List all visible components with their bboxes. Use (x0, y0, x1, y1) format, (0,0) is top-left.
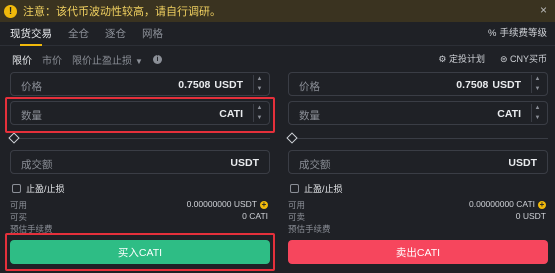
sell-available-row: 可用 0.00000000 CATI + (288, 199, 546, 210)
dca-link[interactable]: ⚙ 定投计划 (438, 48, 485, 70)
sell-tpsl-checkbox[interactable]: 止盈/止损 (290, 182, 343, 194)
buy-tpsl-checkbox[interactable]: 止盈/止损 (12, 182, 65, 194)
checkbox-icon[interactable] (290, 183, 299, 193)
trade-mode-tabs: 现货交易 全仓 逐仓 网格 % 手续费等级 (0, 22, 555, 46)
chevron-down-icon: ▼ (135, 56, 143, 66)
stepper-down-icon[interactable]: ▼ (535, 86, 541, 92)
buy-amount-slider[interactable] (8, 132, 270, 144)
order-type-limit[interactable]: 限价 (12, 52, 32, 67)
buy-max-value: 0 CATI (242, 211, 268, 221)
sell-max-value: 0 USDT (515, 211, 546, 221)
buy-price-field[interactable]: 价格 0.7508 USDT ▲ ▼ (10, 72, 270, 96)
checkbox-icon[interactable] (12, 183, 21, 193)
risk-warning-banner: ! 注意：该代币波动性较高，请自行调研。 × (0, 0, 555, 22)
sell-amount-slider[interactable] (286, 132, 548, 144)
buy-max-row: 可买 0 CATI (10, 211, 268, 222)
buy-total-unit: USDT (230, 157, 259, 169)
sell-amount-unit: CATI (497, 108, 521, 120)
price-stepper[interactable]: ▲ ▼ (531, 75, 543, 93)
tab-isolated[interactable]: 逐仓 (105, 22, 126, 46)
buy-price-unit: USDT (214, 79, 243, 91)
sell-panel: 价格 0.7508 USDT ▲ ▼ 数量 CATI ▲ ▼ 成交额 USDT 止盈/… (286, 70, 553, 273)
tab-spot[interactable]: 现货交易 (10, 22, 52, 46)
buy-available-row: 可用 0.00000000 USDT + (10, 199, 268, 210)
coin-icon: ⊜ (499, 54, 510, 64)
dca-icon: ⚙ (438, 54, 449, 64)
amount-field-highlight (5, 97, 275, 133)
order-type-tabs: 限价 市价 限价止盈止损 ▼ i ⚙ 定投计划 ⊜ CNY买币 (0, 48, 555, 70)
sell-total-field[interactable]: 成交额 USDT (288, 150, 548, 174)
sell-price-field[interactable]: 价格 0.7508 USDT ▲ ▼ (288, 72, 548, 96)
amount-stepper[interactable]: ▲ ▼ (531, 104, 543, 122)
buy-price-value: 0.7508 (178, 79, 211, 91)
sell-available-value: 0.00000000 CATI (469, 199, 535, 209)
slider-handle[interactable] (8, 132, 20, 144)
percent-icon: % (488, 28, 497, 39)
order-type-market[interactable]: 市价 (42, 52, 62, 67)
buy-available-value: 0.00000000 USDT (186, 199, 257, 209)
stepper-up-icon[interactable]: ▲ (535, 76, 541, 82)
warning-icon: ! (4, 4, 17, 18)
close-icon[interactable]: × (540, 3, 547, 17)
fee-tier-link[interactable]: % 手续费等级 (488, 22, 547, 46)
stepper-down-icon[interactable]: ▼ (535, 115, 541, 121)
add-funds-icon[interactable]: + (260, 201, 268, 209)
stepper-up-icon[interactable]: ▲ (535, 105, 541, 111)
buy-cny-link[interactable]: ⊜ CNY买币 (500, 48, 547, 70)
stepper-down-icon[interactable]: ▼ (257, 86, 263, 92)
buy-button-highlight (5, 233, 275, 271)
price-stepper[interactable]: ▲ ▼ (253, 75, 265, 93)
sell-price-unit: USDT (492, 79, 521, 91)
buy-total-field[interactable]: 成交额 USDT (10, 150, 270, 174)
stepper-up-icon[interactable]: ▲ (257, 76, 263, 82)
order-type-stop-limit[interactable]: 限价止盈止损 ▼ (72, 52, 143, 67)
tab-grid[interactable]: 网格 (142, 22, 163, 46)
add-funds-icon[interactable]: + (538, 201, 546, 209)
sell-max-row: 可卖 0 USDT (288, 211, 546, 222)
sell-button[interactable]: 卖出CATI (288, 240, 548, 264)
info-icon[interactable]: i (152, 54, 162, 64)
sell-price-value: 0.7508 (456, 79, 489, 91)
warning-text: 注意：该代币波动性较高，请自行调研。 (23, 6, 221, 18)
slider-handle[interactable] (286, 132, 298, 144)
sell-fee-row: 预估手续费 (288, 224, 331, 234)
tab-cross[interactable]: 全仓 (68, 22, 89, 46)
sell-amount-field[interactable]: 数量 CATI ▲ ▼ (288, 101, 548, 125)
sell-total-unit: USDT (508, 157, 537, 169)
